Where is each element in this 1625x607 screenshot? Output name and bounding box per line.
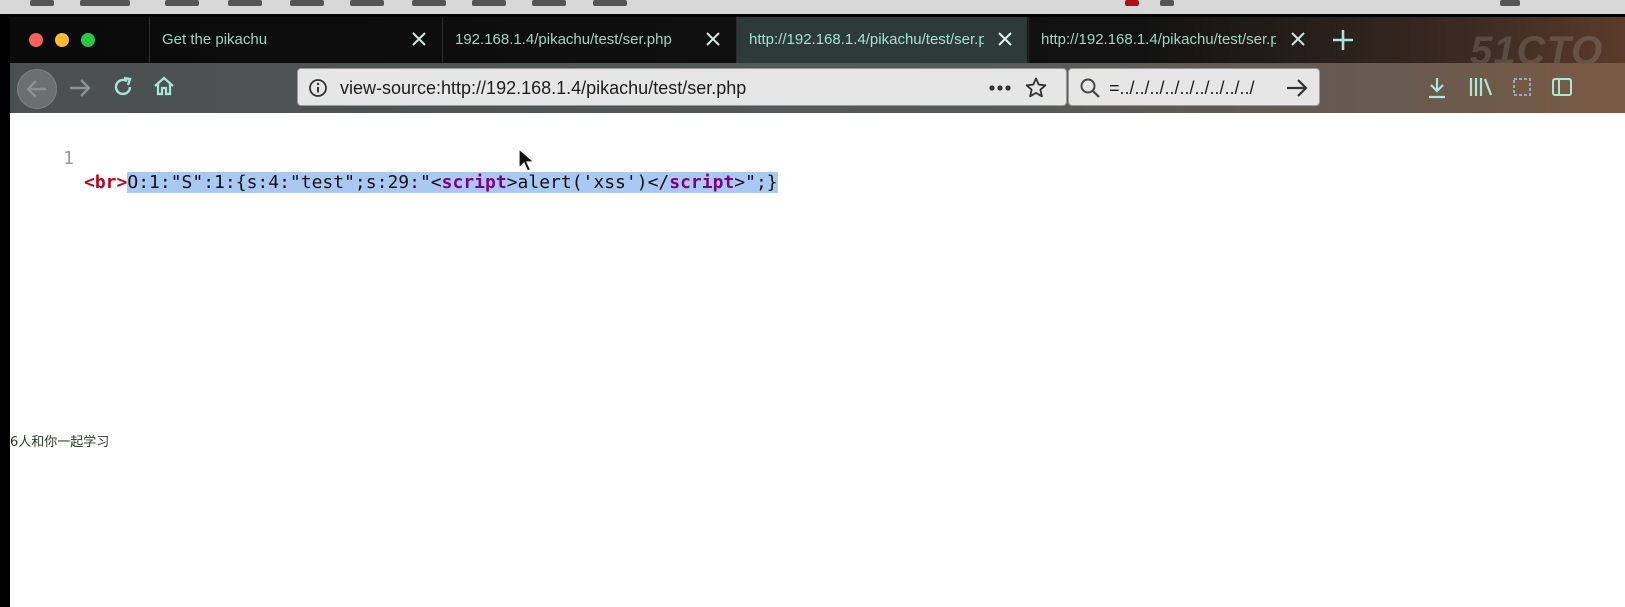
close-window-button[interactable] (29, 33, 43, 47)
minimize-window-button[interactable] (55, 33, 69, 47)
search-go-arrow-icon[interactable] (1285, 77, 1309, 99)
tab-label: http://192.168.1.4/pikachu/test/ser.php (1041, 31, 1276, 48)
navigation-toolbar: view-source:http://192.168.1.4/pikachu/t… (10, 63, 1625, 113)
more-actions-icon[interactable] (988, 84, 1012, 92)
info-icon[interactable] (308, 78, 328, 98)
url-text: view-source:http://192.168.1.4/pikachu/t… (340, 78, 747, 98)
line-number: 1 (63, 148, 74, 169)
tab-get-the-pikachu[interactable]: Get the pikachu (149, 17, 441, 63)
mac-menu-bar (0, 0, 1625, 14)
tab-label: Get the pikachu (162, 31, 268, 48)
screenshot-icon[interactable] (1510, 75, 1534, 99)
tab-close-icon[interactable] (1288, 29, 1308, 49)
tab-ser-php[interactable]: 192.168.1.4/pikachu/test/ser.php (442, 17, 735, 63)
arrow-left-icon (26, 80, 46, 98)
back-button[interactable] (17, 69, 57, 109)
serialized-prefix: O:1:"S":1:{s:4:"test";s:29:" (127, 172, 431, 193)
mouse-pointer-icon (518, 148, 536, 172)
browser-window: Get the pikachu 192.168.1.4/pikachu/test… (10, 17, 1625, 607)
search-input[interactable]: =../../../../../../../../../ (1109, 78, 1279, 99)
tab-strip: Get the pikachu 192.168.1.4/pikachu/test… (10, 17, 1625, 73)
br-tag: <br> (84, 172, 128, 193)
tab-label: http://192.168.1.4/pikachu/test/ser.php (749, 31, 984, 48)
library-icon[interactable] (1468, 75, 1494, 99)
viewer-count-caption: 6人和你一起学习 (10, 435, 110, 450)
home-icon[interactable] (152, 74, 176, 98)
tab-close-icon[interactable] (703, 29, 723, 49)
script-close-tag: script (669, 172, 735, 193)
forward-arrow-icon[interactable] (67, 76, 93, 100)
source-line: 1 <br>O:1:"S":1:{s:4:"test";s:29:"<scrip… (10, 123, 778, 219)
sidebar-icon[interactable] (1550, 75, 1574, 99)
bookmark-star-icon[interactable] (1024, 76, 1048, 100)
new-tab-plus-icon[interactable] (1330, 27, 1356, 53)
xss-payload: alert('xss') (517, 172, 648, 193)
tab-close-icon[interactable] (995, 29, 1015, 49)
tab-close-icon[interactable] (409, 29, 429, 49)
serialized-suffix: ";} (745, 172, 778, 193)
script-open-tag: script (441, 172, 507, 193)
lt-slash-bracket: </ (647, 172, 670, 193)
address-bar[interactable]: view-source:http://192.168.1.4/pikachu/t… (297, 68, 1067, 106)
gt-bracket: > (734, 172, 746, 193)
view-source-content: 1 <br>O:1:"S":1:{s:4:"test";s:29:"<scrip… (10, 113, 1625, 607)
download-icon[interactable] (1425, 75, 1449, 101)
tab-ser-php-active[interactable]: http://192.168.1.4/pikachu/test/ser.php (736, 17, 1027, 63)
maximize-window-button[interactable] (81, 33, 95, 47)
lt-bracket: < (430, 172, 442, 193)
source-code: <br>O:1:"S":1:{s:4:"test";s:29:"<script>… (84, 171, 778, 195)
tab-ser-php-2[interactable]: http://192.168.1.4/pikachu/test/ser.php (1028, 17, 1320, 63)
reload-icon[interactable] (111, 75, 135, 99)
gt-bracket: > (506, 172, 518, 193)
search-icon (1080, 78, 1100, 98)
search-bar[interactable]: =../../../../../../../../../ (1068, 68, 1320, 106)
tab-label: 192.168.1.4/pikachu/test/ser.php (455, 31, 672, 48)
